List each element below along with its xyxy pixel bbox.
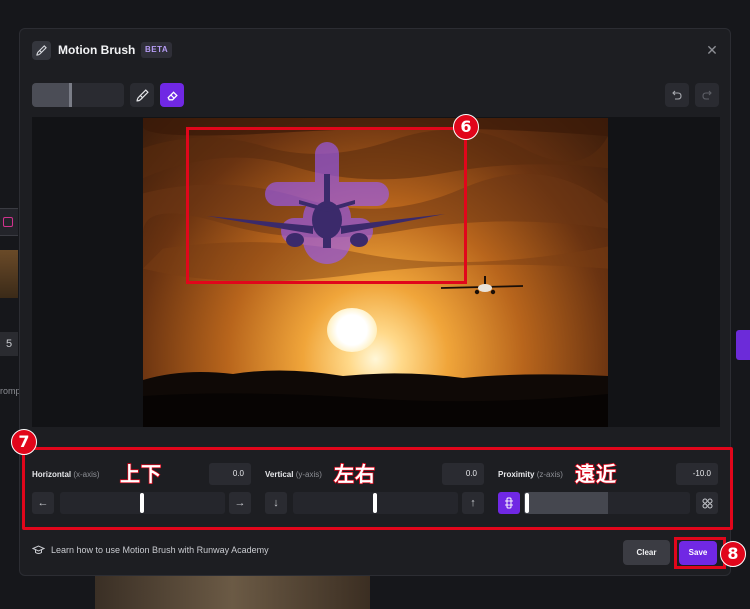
sun	[327, 308, 377, 352]
brush-icon	[135, 88, 149, 102]
near-button[interactable]	[696, 492, 718, 514]
arrow-left-button[interactable]: ←	[32, 492, 54, 514]
close-icon[interactable]: ✕	[704, 42, 720, 58]
arrow-right-button[interactable]: →	[229, 492, 251, 514]
proximity-value-input[interactable]: -10.0	[676, 463, 718, 485]
proximity-slider-fill	[524, 492, 608, 514]
background-generate-button[interactable]	[736, 330, 750, 360]
background-prompt-text: romp	[0, 386, 21, 396]
annotation-badge-6: 6	[453, 114, 479, 140]
horizontal-axis-text: (x-axis)	[73, 470, 100, 479]
background-left-tab[interactable]	[0, 208, 18, 236]
annotation-badge-8: 8	[720, 541, 746, 567]
graduation-cap-icon	[32, 545, 45, 554]
horizontal-slider[interactable]	[60, 492, 225, 514]
image-icon	[3, 217, 13, 227]
academy-link-text[interactable]: Learn how to use Motion Brush with Runwa…	[51, 545, 269, 555]
arrow-up-button[interactable]: ↑	[462, 492, 484, 514]
vertical-value-input[interactable]: 0.0	[442, 463, 484, 485]
background-thumbnail[interactable]	[0, 250, 18, 298]
beta-badge: BETA	[141, 42, 173, 58]
vertical-label: Vertical (y-axis)	[265, 470, 322, 479]
brush-tool-button[interactable]	[130, 83, 154, 107]
brush-size-fill	[32, 83, 72, 107]
undo-icon	[672, 90, 682, 100]
redo-icon	[702, 90, 712, 100]
proximity-slider[interactable]	[524, 492, 690, 514]
proximity-annotation-note: 遠近	[574, 461, 617, 487]
proximity-label-text: Proximity	[498, 470, 535, 479]
brush-size-slider[interactable]	[32, 83, 124, 107]
brush-size-thumb[interactable]	[68, 83, 72, 107]
arrow-down-button[interactable]: ↓	[265, 492, 287, 514]
vertical-label-text: Vertical	[265, 470, 294, 479]
vertical-axis-text: (y-axis)	[295, 470, 322, 479]
motion-brush-modal: Motion Brush BETA ✕ 6 7 Horizontal (x-ax…	[11, 28, 746, 576]
grid-icon	[702, 498, 712, 508]
annotation-box-6	[186, 127, 467, 284]
modal-title: Motion Brush	[58, 43, 136, 57]
save-button[interactable]: Save	[679, 541, 717, 565]
vertical-slider-thumb[interactable]	[373, 493, 377, 513]
brush-canvas[interactable]: 6	[32, 114, 720, 427]
redo-button[interactable]	[695, 83, 719, 107]
clear-button[interactable]: Clear	[623, 540, 670, 565]
horizontal-annotation-note: 上下	[119, 461, 162, 487]
brush-icon	[32, 41, 51, 60]
proximity-label: Proximity (z-axis)	[498, 470, 563, 479]
eraser-tool-button[interactable]	[160, 83, 184, 107]
vertical-slider[interactable]	[293, 492, 458, 514]
eraser-icon	[166, 90, 178, 100]
proximity-axis-text: (z-axis)	[536, 470, 563, 479]
undo-button[interactable]	[665, 83, 689, 107]
background-image-preview	[95, 576, 370, 609]
background-number-tab[interactable]: 5	[0, 332, 18, 356]
horizon-silhouette	[143, 370, 608, 427]
proximity-slider-thumb[interactable]	[525, 493, 529, 513]
academy-link[interactable]: Learn how to use Motion Brush with Runwa…	[32, 545, 269, 555]
vertical-annotation-note: 左右	[333, 461, 376, 487]
annotation-badge-7: 7	[11, 429, 37, 455]
horizontal-slider-thumb[interactable]	[140, 493, 144, 513]
modal-header: Motion Brush BETA ✕	[20, 29, 730, 73]
horizontal-label-text: Horizontal	[32, 470, 72, 479]
far-icon	[505, 497, 513, 509]
horizontal-value-input[interactable]: 0.0	[209, 463, 251, 485]
far-button[interactable]	[498, 492, 520, 514]
horizontal-label: Horizontal (x-axis)	[32, 470, 100, 479]
